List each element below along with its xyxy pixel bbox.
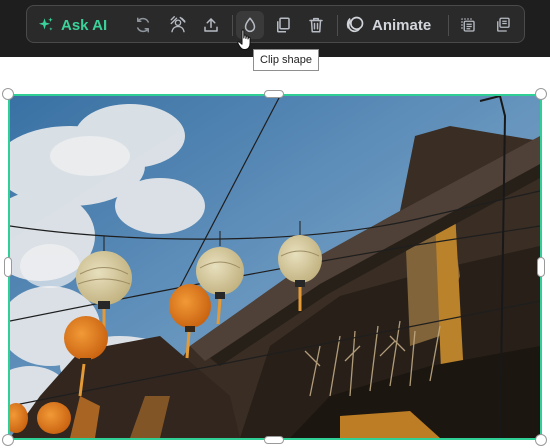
- resize-handle-bottom-right[interactable]: [535, 434, 547, 446]
- animate-icon: [346, 16, 364, 33]
- lantern-photo: [10, 96, 540, 438]
- delete-button[interactable]: [302, 11, 330, 39]
- toolbar-divider: [448, 15, 449, 36]
- resize-handle-left[interactable]: [4, 257, 12, 277]
- tooltip-text: Clip shape: [260, 54, 312, 66]
- element-toolbar: Ask AI Animate: [26, 5, 525, 43]
- duplicate-button[interactable]: [269, 11, 297, 39]
- pointer-hand-icon: [237, 29, 251, 50]
- toolbar-divider: [232, 15, 233, 36]
- ask-ai-button[interactable]: Ask AI: [37, 12, 107, 38]
- ask-ai-label: Ask AI: [61, 16, 108, 34]
- resize-handle-right[interactable]: [537, 257, 545, 277]
- resize-handle-top-right[interactable]: [535, 88, 547, 100]
- selected-image[interactable]: [8, 94, 542, 440]
- animate-label: Animate: [372, 16, 432, 34]
- crop-frame-icon: [461, 18, 475, 32]
- duplicate-icon: [277, 17, 290, 33]
- tooltip: Clip shape: [253, 49, 319, 71]
- resize-handle-top[interactable]: [264, 90, 284, 98]
- resize-handle-bottom[interactable]: [264, 436, 284, 444]
- sparkle-icon: [38, 17, 53, 31]
- upload-icon: [204, 18, 218, 32]
- resize-handle-bottom-left[interactable]: [2, 434, 14, 446]
- remove-background-icon: [170, 16, 186, 33]
- remove-background-button[interactable]: [164, 11, 192, 39]
- crop-frame-button[interactable]: [454, 11, 482, 39]
- trash-icon: [309, 17, 323, 33]
- layers-button[interactable]: [489, 11, 517, 39]
- animate-button[interactable]: Animate: [345, 12, 431, 38]
- refresh-icon: [137, 17, 149, 33]
- upload-button[interactable]: [197, 11, 225, 39]
- resize-handle-top-left[interactable]: [2, 88, 14, 100]
- layers-icon: [497, 17, 510, 32]
- regenerate-button[interactable]: [129, 11, 157, 39]
- toolbar-divider: [337, 15, 338, 36]
